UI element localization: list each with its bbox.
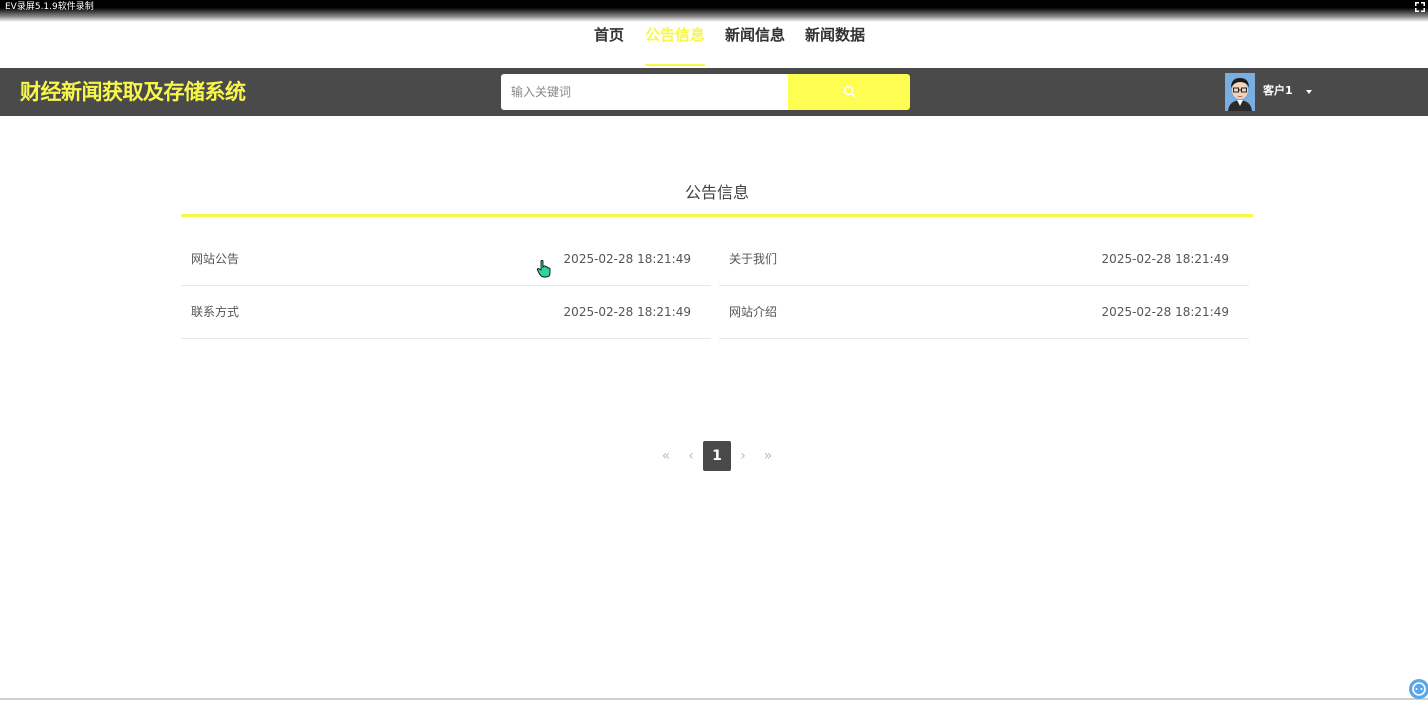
search-icon <box>843 85 857 99</box>
pagination-first[interactable]: « <box>659 441 673 471</box>
pagination-next[interactable]: › <box>737 441 749 471</box>
pagination-prev[interactable]: ‹ <box>685 441 697 471</box>
notice-date: 2025-02-28 18:21:49 <box>1101 252 1229 266</box>
assistant-widget-button[interactable] <box>1409 679 1428 699</box>
site-header: 财经新闻获取及存储系统 客户1 <box>0 68 1428 116</box>
fullscreen-icon[interactable] <box>1415 2 1425 12</box>
notice-date: 2025-02-28 18:21:49 <box>563 305 691 319</box>
search-button[interactable] <box>788 74 910 110</box>
user-name[interactable]: 客户1 <box>1263 84 1293 98</box>
notice-title[interactable]: 联系方式 <box>191 305 239 319</box>
section-title: 公告信息 <box>684 183 749 202</box>
nav-item-home[interactable]: 首页 <box>594 22 624 66</box>
notice-title[interactable]: 网站介绍 <box>729 305 777 319</box>
notice-title[interactable]: 网站公告 <box>191 252 239 266</box>
list-item[interactable]: 网站公告 2025-02-28 18:21:49 <box>181 234 711 286</box>
section-divider <box>181 214 1253 217</box>
list-item[interactable]: 联系方式 2025-02-28 18:21:49 <box>181 287 711 339</box>
avatar[interactable] <box>1225 73 1255 111</box>
notice-date: 2025-02-28 18:21:49 <box>563 252 691 266</box>
pagination-current-page[interactable]: 1 <box>703 441 731 471</box>
list-item[interactable]: 关于我们 2025-02-28 18:21:49 <box>719 234 1249 286</box>
recorder-title: EV录屏5.1.9软件录制 <box>5 2 94 12</box>
recorder-title-bar: EV录屏5.1.9软件录制 <box>0 0 1428 22</box>
chevron-down-icon[interactable] <box>1306 90 1312 94</box>
search-input[interactable] <box>501 74 788 110</box>
notice-date: 2025-02-28 18:21:49 <box>1101 305 1229 319</box>
pagination-last[interactable]: » <box>761 441 775 471</box>
list-item[interactable]: 网站介绍 2025-02-28 18:21:49 <box>719 287 1249 339</box>
nav-item-news[interactable]: 新闻信息 <box>725 22 785 66</box>
nav-item-notices[interactable]: 公告信息 <box>645 22 706 66</box>
nav-item-news-data[interactable]: 新闻数据 <box>805 22 865 66</box>
chat-bubble-icon <box>1412 682 1426 696</box>
top-navigation: 首页 公告信息 新闻信息 新闻数据 <box>0 22 1428 68</box>
site-title: 财经新闻获取及存储系统 <box>20 80 246 104</box>
hand-cursor-icon <box>537 260 551 278</box>
notice-title[interactable]: 关于我们 <box>729 252 777 266</box>
user-avatar-icon <box>1225 73 1255 111</box>
